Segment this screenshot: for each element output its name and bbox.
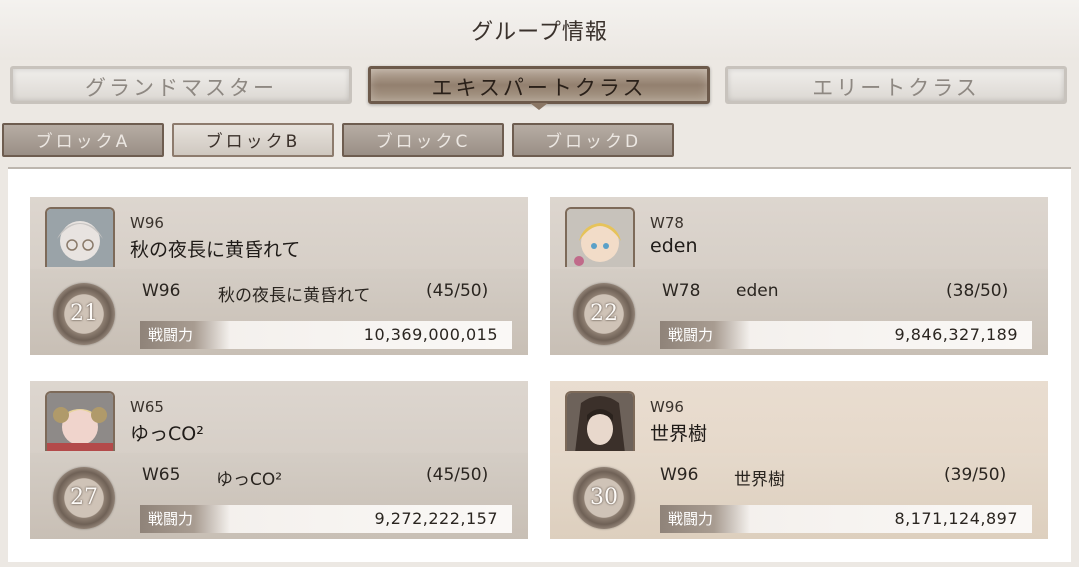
guild-card[interactable]: W78 eden 22 W78 eden (38/50) 戦闘力 9,846,3… [550,197,1048,355]
power-value: 9,846,327,189 [894,325,1018,344]
guild-world: W78 [662,281,701,301]
block-c-button[interactable]: ブロックC [342,123,504,157]
guild-card[interactable]: W96 秋の夜長に黄昏れて 21 W96 秋の夜長に黄昏れて (45/50) 戦… [30,197,528,355]
guild-name-top: ゆっCO² [130,423,204,445]
tab-expert-class[interactable]: エキスパートクラス [368,66,710,110]
member-count: (39/50) [944,465,1007,485]
guild-avatar [565,391,635,451]
power-value: 8,171,124,897 [894,509,1018,528]
rank-seal: 30 [573,467,635,529]
rank-number: 21 [70,301,98,326]
member-count: (45/50) [426,465,489,485]
guild-avatar [45,391,115,451]
power-label: 戦闘力 [140,321,230,349]
rank-seal: 27 [53,467,115,529]
power-bar: 戦闘力 10,369,000,015 [140,321,512,349]
power-label: 戦闘力 [140,505,230,533]
rank-number: 22 [590,301,618,326]
rank-number: 30 [590,485,618,510]
guild-world-top: W96 [130,214,164,232]
power-label: 戦闘力 [660,321,750,349]
guild-name: ゆっCO² [216,470,283,490]
guild-name-top: 秋の夜長に黄昏れて [130,239,301,261]
power-value: 10,369,000,015 [363,325,498,344]
guild-name: 秋の夜長に黄昏れて [218,286,371,306]
power-label: 戦闘力 [660,505,750,533]
guild-name: 世界樹 [734,470,785,490]
block-b-button[interactable]: ブロックB [172,123,334,157]
guild-name: eden [736,281,779,301]
guild-avatar [565,207,635,267]
power-bar: 戦闘力 9,846,327,189 [660,321,1032,349]
guild-avatar [45,207,115,267]
guild-card-highlighted[interactable]: W96 世界樹 30 W96 世界樹 (39/50) 戦闘力 8,171,124… [550,381,1048,539]
tab-elite-class[interactable]: エリートクラス [725,66,1067,104]
power-bar: 戦闘力 8,171,124,897 [660,505,1032,533]
power-bar: 戦闘力 9,272,222,157 [140,505,512,533]
block-a-button[interactable]: ブロックA [2,123,164,157]
guild-world-top: W65 [130,398,164,416]
guild-detail: 21 W96 秋の夜長に黄昏れて (45/50) 戦闘力 10,369,000,… [30,269,528,355]
guild-world: W96 [142,281,181,301]
page-title: グループ情報 [471,20,608,45]
block-d-button[interactable]: ブロックD [512,123,674,157]
member-count: (45/50) [426,281,489,301]
guild-name-top: 世界樹 [650,423,708,445]
guild-world: W65 [142,465,181,485]
tab-grandmaster[interactable]: グランドマスター [10,66,352,104]
rank-seal: 21 [53,283,115,345]
power-value: 9,272,222,157 [374,509,498,528]
guild-name-top: eden [650,235,698,257]
guild-list-panel: W96 秋の夜長に黄昏れて 21 W96 秋の夜長に黄昏れて (45/50) 戦… [8,167,1071,562]
member-count: (38/50) [946,281,1009,301]
guild-world-top: W78 [650,214,684,232]
guild-detail: 27 W65 ゆっCO² (45/50) 戦闘力 9,272,222,157 [30,453,528,539]
rank-number: 27 [70,485,98,510]
rank-seal: 22 [573,283,635,345]
guild-detail: 30 W96 世界樹 (39/50) 戦闘力 8,171,124,897 [550,453,1048,539]
guild-card[interactable]: W65 ゆっCO² 27 W65 ゆっCO² (45/50) 戦闘力 9,272… [30,381,528,539]
guild-world: W96 [660,465,699,485]
guild-world-top: W96 [650,398,684,416]
guild-detail: 22 W78 eden (38/50) 戦闘力 9,846,327,189 [550,269,1048,355]
